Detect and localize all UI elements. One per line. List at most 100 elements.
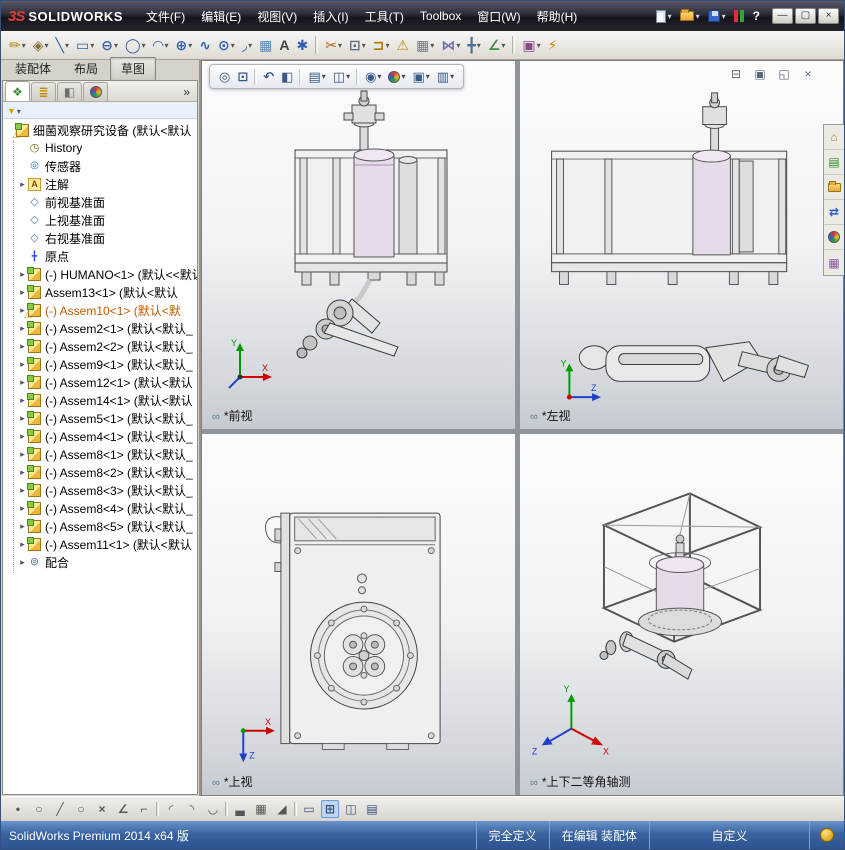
doc-close[interactable]: × [800, 67, 816, 81]
featuremanager-tree-tab[interactable]: ❖ [5, 81, 30, 101]
menu-item[interactable]: 编辑(E) [193, 4, 249, 29]
appearances-scenes[interactable] [824, 225, 844, 250]
snap-arc-left[interactable]: ◜ [162, 800, 180, 818]
viewport-front[interactable]: Y X *前视 [202, 61, 515, 429]
snap-ellipse[interactable]: ○ [72, 800, 90, 818]
configurationmanager-tab[interactable]: ◧ [57, 82, 82, 101]
task-pane-toggle-icon[interactable] [820, 828, 834, 842]
point[interactable]: ✱ [294, 34, 312, 57]
filter-dropdown-icon[interactable] [17, 103, 21, 117]
tree-item[interactable]: (-) Assem11<1> (默认<默认 [3, 535, 197, 553]
displaymanager-tab[interactable] [83, 82, 108, 101]
help[interactable]: ? [750, 7, 763, 25]
custom-properties[interactable]: ▦ [824, 250, 844, 275]
offset-entities[interactable]: ⊐ [370, 34, 393, 57]
zoom-to-fit[interactable]: ◎ [216, 69, 233, 84]
expand-arrow-icon[interactable] [17, 179, 28, 190]
snap-intersection[interactable]: × [93, 800, 111, 818]
close[interactable]: × [818, 8, 839, 24]
tree-item[interactable]: (-) Assem2<2> (默认<默认_ [3, 337, 197, 355]
tree-item[interactable]: (-) Assem8<4> (默认<默认_ [3, 499, 197, 517]
tree-item[interactable]: 原点 [3, 247, 197, 265]
smart-dimension[interactable]: ◈ [30, 34, 52, 57]
display-relations[interactable]: ∠ [485, 34, 509, 57]
corner-rectangle[interactable]: ▭ [73, 34, 97, 57]
grid-settings[interactable]: ▦ [252, 800, 270, 818]
viewport-single[interactable]: ▭ [300, 800, 318, 818]
circle[interactable]: ◯ [122, 34, 149, 57]
filter-icon[interactable] [7, 103, 16, 117]
tree-item[interactable]: (-) Assem10<1> (默认<默 [3, 301, 197, 319]
bottom-toolbar-button[interactable] [156, 802, 159, 816]
move-entities[interactable]: ╋ [464, 34, 483, 57]
text[interactable]: A [276, 34, 292, 57]
tree-item[interactable]: (-) Assem4<1> (默认<默认_ [3, 427, 197, 445]
tree-item[interactable]: 注解 [3, 175, 197, 193]
design-library[interactable]: ▤ [824, 150, 844, 175]
viewport-four[interactable]: ⊞ [321, 800, 339, 818]
doc-tile[interactable]: ▣ [752, 67, 768, 81]
line[interactable]: ╲ [53, 34, 72, 57]
instant-2d[interactable]: ⚡ [545, 34, 561, 57]
snap-arc-right[interactable]: ◝ [183, 800, 201, 818]
viewport-isometric[interactable]: Y X Z *上下二等角轴测 [520, 434, 843, 795]
snap-corner[interactable]: ◢ [273, 800, 291, 818]
menu-item[interactable]: 文件(F) [138, 4, 193, 29]
tree-item[interactable]: 配合 [3, 553, 197, 571]
hud-button[interactable] [356, 68, 360, 85]
status-light[interactable] [731, 8, 748, 24]
tree-item[interactable]: (-) Assem5<1> (默认<默认_ [3, 409, 197, 427]
tree-item[interactable]: (-) Assem9<1> (默认<默认_ [3, 355, 197, 373]
hud-button[interactable] [254, 68, 258, 85]
commandmanager-tab[interactable]: 布局 [63, 57, 109, 80]
sketch[interactable]: ✏ [6, 34, 29, 57]
snap-circle[interactable]: ○ [30, 800, 48, 818]
tree-item[interactable]: (-) HUMANO<1> (默认<<默认 [3, 265, 197, 283]
sketch-alert[interactable]: ⚠ [394, 34, 413, 57]
snap-tangent[interactable]: ◡ [204, 800, 222, 818]
view-orientation[interactable]: ▤ [305, 69, 328, 84]
linear-sketch-pattern[interactable]: ▦ [413, 34, 437, 57]
viewport-two-horizontal[interactable]: ◫ [342, 800, 360, 818]
tree-item[interactable]: (-) Assem12<1> (默认<默认 [3, 373, 197, 391]
spline[interactable]: ∿ [196, 34, 214, 57]
menu-item[interactable]: 视图(V) [249, 4, 305, 29]
straight-slot[interactable]: ⊖ [98, 34, 121, 57]
propertymanager-tab[interactable]: ≣ [31, 82, 56, 101]
tree-item[interactable]: (-) Assem2<1> (默认<默认_ [3, 319, 197, 337]
convert-entities[interactable]: ⊡ [346, 34, 369, 57]
menu-item[interactable]: 插入(I) [305, 4, 356, 29]
view-palette[interactable]: ⇄ [824, 200, 844, 225]
display-style[interactable]: ◫ [330, 69, 353, 84]
toolbar-button[interactable] [315, 36, 319, 54]
bottom-toolbar-button[interactable] [294, 802, 297, 816]
sketch-fillet[interactable]: ◞ [239, 34, 255, 57]
menu-item[interactable]: 工具(T) [357, 4, 412, 29]
expand-arrow-icon[interactable] [17, 557, 28, 568]
tree-item[interactable]: (-) Assem8<2> (默认<默认_ [3, 463, 197, 481]
minimize[interactable]: — [772, 8, 793, 24]
tree-item[interactable]: (-) Assem8<3> (默认<默认_ [3, 481, 197, 499]
select-point[interactable]: • [9, 800, 27, 818]
centerpoint-arc[interactable]: ◠ [150, 34, 172, 57]
snap-line[interactable]: ╱ [51, 800, 69, 818]
mirror-entities[interactable]: ⋈ [438, 34, 463, 57]
sketch-picture[interactable]: ▣ [519, 34, 543, 57]
commandmanager-tab[interactable]: 草图 [110, 57, 157, 80]
trim-entities[interactable]: ✂ [322, 34, 345, 57]
panel-chevron[interactable]: » [183, 85, 195, 101]
commandmanager-tab[interactable]: 装配体 [4, 57, 62, 80]
view-settings[interactable]: ▥ [434, 69, 457, 84]
restore[interactable]: ▢ [795, 8, 816, 24]
tree-item[interactable]: 右视基准面 [3, 229, 197, 247]
perimeter-circle[interactable]: ⊕ [172, 34, 195, 57]
tree-item[interactable]: (-) Assem8<5> (默认<默认_ [3, 517, 197, 535]
snap-grid[interactable]: ▃ [231, 800, 249, 818]
tree-item[interactable]: 前视基准面 [3, 193, 197, 211]
tree-item[interactable]: History [3, 139, 197, 157]
zoom-to-area[interactable]: ⊡ [234, 69, 251, 84]
solidworks-resources[interactable]: ⌂ [824, 125, 844, 150]
previous-view[interactable]: ↶ [260, 69, 277, 84]
tree-item[interactable]: (-) Assem8<1> (默认<默认_ [3, 445, 197, 463]
graphics-area[interactable]: ◎ ⊡ ↶ ◧ ▤ ▾ ◫ ▾ ◉ ▾ ▾ ▣ ▾ ▥ ▾ ⊟ ▣ ◱ × Y … [201, 60, 844, 796]
